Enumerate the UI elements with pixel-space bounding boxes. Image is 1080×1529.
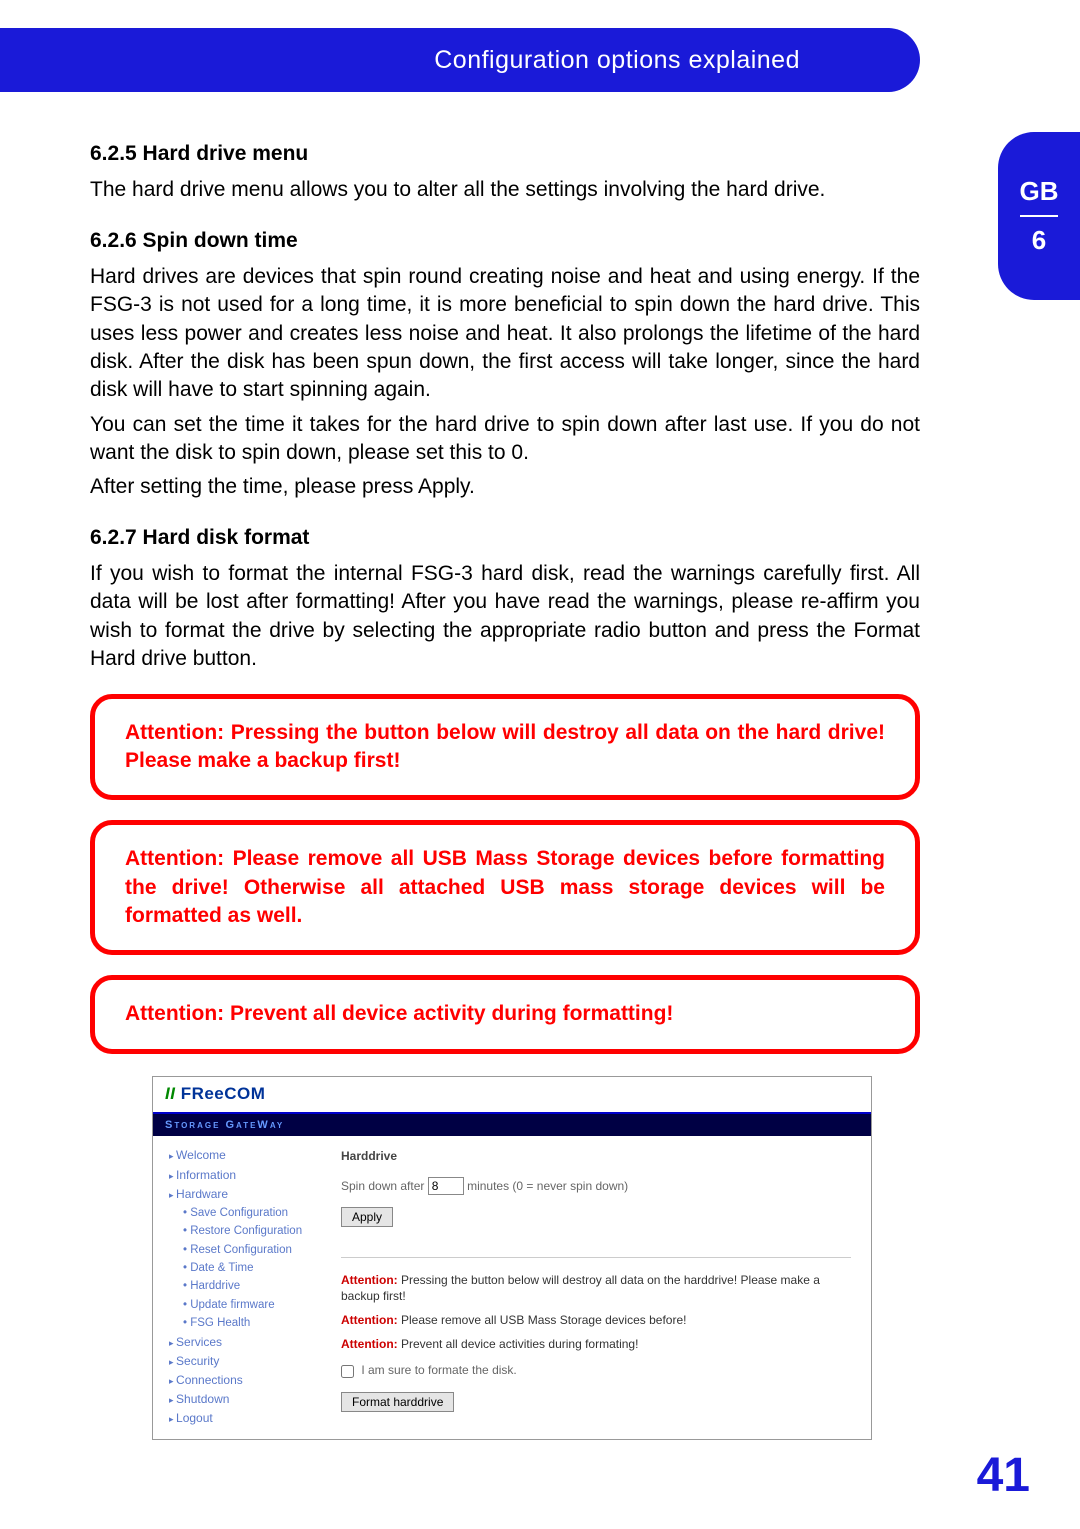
spin-label-pre: Spin down after (341, 1179, 424, 1193)
embedded-screenshot: II FReeCOM Storage GateWay Welcome Infor… (152, 1076, 872, 1440)
nav-information[interactable]: Information (169, 1166, 315, 1185)
para-6-2-6-b: You can set the time it takes for the ha… (90, 411, 920, 468)
warning-3: Attention: Prevent all device activity d… (90, 975, 920, 1053)
confirm-label: I am sure to formate the disk. (361, 1363, 516, 1377)
format-harddrive-button[interactable]: Format harddrive (341, 1392, 454, 1412)
confirm-row: I am sure to formate the disk. (341, 1362, 851, 1378)
apply-button[interactable]: Apply (341, 1207, 393, 1227)
ss-subhead: Storage GateWay (153, 1114, 871, 1137)
ss-title: Harddrive (341, 1148, 851, 1164)
para-6-2-6-c: After setting the time, please press App… (90, 473, 920, 501)
header-title: Configuration options explained (434, 46, 800, 75)
nav-date-time[interactable]: Date & Time (183, 1259, 315, 1277)
ss-att-1: Attention: Pressing the button below wil… (341, 1272, 851, 1304)
page-number: 41 (977, 1448, 1030, 1503)
para-6-2-6-a: Hard drives are devices that spin round … (90, 263, 920, 405)
confirm-checkbox[interactable] (341, 1365, 354, 1378)
ss-main: Harddrive Spin down after minutes (0 = n… (323, 1136, 871, 1438)
nav-reset-config[interactable]: Reset Configuration (183, 1241, 315, 1259)
nav-update-fw[interactable]: Update firmware (183, 1296, 315, 1314)
tab-chapter: 6 (1032, 225, 1046, 256)
ss-att-3: Attention: Prevent all device activities… (341, 1336, 851, 1352)
spin-label-post: minutes (0 = never spin down) (467, 1179, 628, 1193)
ss-body: Welcome Information Hardware Save Config… (153, 1136, 871, 1438)
content-body: 6.2.5 Hard drive menu The hard drive men… (90, 118, 920, 1440)
freecom-logo: II FReeCOM (165, 1084, 265, 1103)
nav-hardware[interactable]: Hardware (169, 1185, 315, 1204)
nav-restore-config[interactable]: Restore Configuration (183, 1222, 315, 1240)
ss-divider (341, 1257, 851, 1258)
heading-6-2-6: 6.2.6 Spin down time (90, 227, 920, 255)
ss-att-2: Attention: Please remove all USB Mass St… (341, 1312, 851, 1328)
warning-1: Attention: Pressing the button below wil… (90, 694, 920, 801)
para-6-2-7: If you wish to format the internal FSG-3… (90, 560, 920, 673)
para-6-2-5: The hard drive menu allows you to alter … (90, 176, 920, 204)
ss-header: II FReeCOM (153, 1077, 871, 1114)
heading-6-2-7: 6.2.7 Hard disk format (90, 524, 920, 552)
heading-6-2-5: 6.2.5 Hard drive menu (90, 140, 920, 168)
nav-welcome[interactable]: Welcome (169, 1146, 315, 1165)
nav-shutdown[interactable]: Shutdown (169, 1390, 315, 1409)
ss-nav: Welcome Information Hardware Save Config… (153, 1136, 323, 1438)
nav-services[interactable]: Services (169, 1333, 315, 1352)
nav-connections[interactable]: Connections (169, 1371, 315, 1390)
chapter-tab: GB 6 (998, 132, 1080, 300)
tab-divider (1020, 215, 1058, 217)
spin-down-row: Spin down after minutes (0 = never spin … (341, 1177, 851, 1195)
nav-harddrive[interactable]: Harddrive (183, 1277, 315, 1295)
tab-lang: GB (1020, 176, 1059, 207)
spin-down-input[interactable] (428, 1177, 464, 1195)
nav-logout[interactable]: Logout (169, 1409, 315, 1428)
nav-security[interactable]: Security (169, 1352, 315, 1371)
page-header: Configuration options explained (0, 28, 920, 92)
nav-save-config[interactable]: Save Configuration (183, 1204, 315, 1222)
nav-fsg-health[interactable]: FSG Health (183, 1314, 315, 1332)
warning-2: Attention: Please remove all USB Mass St… (90, 820, 920, 955)
